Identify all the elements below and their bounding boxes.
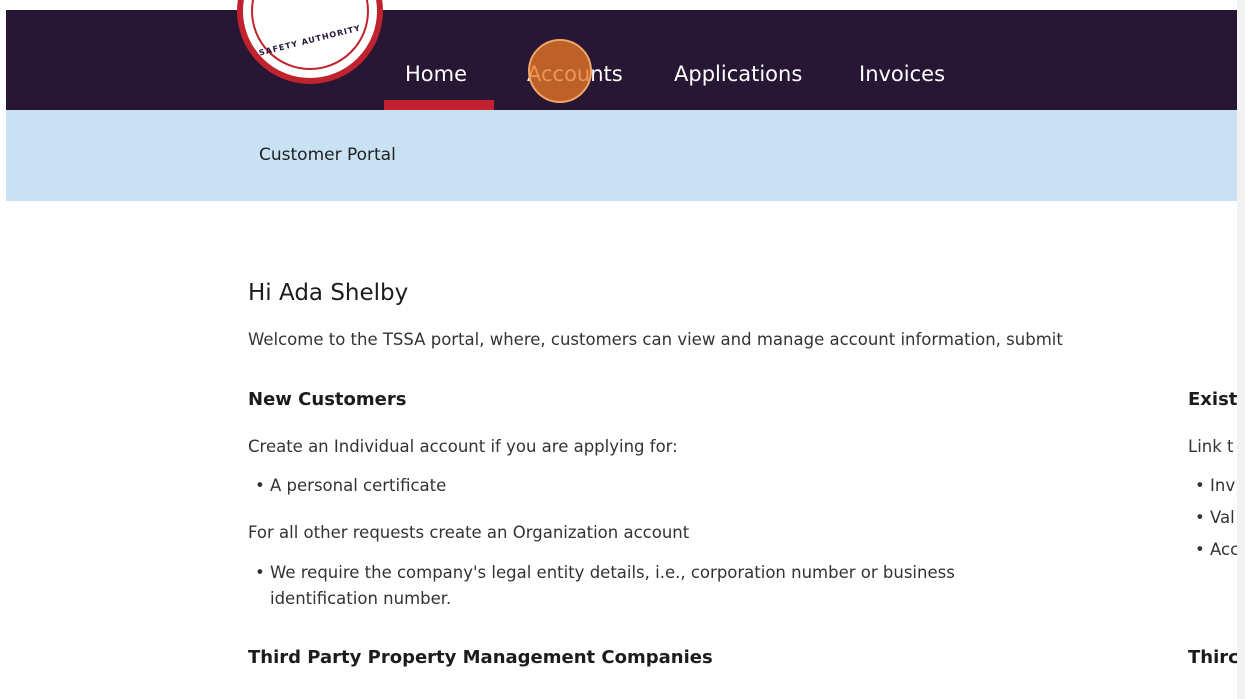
top-strip [0, 0, 1245, 10]
existing-intro: Link t [1188, 437, 1234, 456]
new-customers-other: For all other requests create an Organiz… [248, 523, 690, 542]
existing-customers-heading: Existi [1188, 389, 1244, 410]
third-party-right-heading: Thirc [1188, 647, 1239, 668]
nav-accounts[interactable]: Accounts [527, 62, 623, 86]
list-item: Inv [1195, 476, 1235, 495]
greeting-heading: Hi Ada Shelby [248, 280, 409, 306]
nav-applications[interactable]: Applications [674, 62, 802, 86]
subheader-title: Customer Portal [259, 145, 396, 165]
requirement-continuation: identification number. [270, 589, 452, 608]
main-content: Hi Ada Shelby Welcome to the TSSA portal… [0, 201, 1245, 699]
top-navbar: SAFETY AUTHORITY Home Accounts Applicati… [6, 0, 1245, 110]
nav-active-indicator [384, 100, 494, 110]
new-customers-intro: Create an Individual account if you are … [248, 437, 678, 456]
list-item: Acc [1195, 540, 1239, 559]
third-party-heading: Third Party Property Management Companie… [248, 647, 713, 668]
nav-home[interactable]: Home [405, 62, 467, 86]
nav-invoices[interactable]: Invoices [859, 62, 945, 86]
tssa-logo[interactable]: SAFETY AUTHORITY [237, 0, 383, 84]
welcome-text: Welcome to the TSSA portal, where, custo… [248, 330, 1063, 349]
viewport-edge [1237, 0, 1245, 699]
list-item: A personal certificate [255, 476, 446, 495]
new-customers-heading: New Customers [248, 389, 407, 410]
list-item: We require the company's legal entity de… [255, 563, 955, 582]
list-item: Val [1195, 508, 1235, 527]
page-subheader: Customer Portal [6, 110, 1245, 201]
browser-viewport: SAFETY AUTHORITY Home Accounts Applicati… [0, 0, 1245, 699]
